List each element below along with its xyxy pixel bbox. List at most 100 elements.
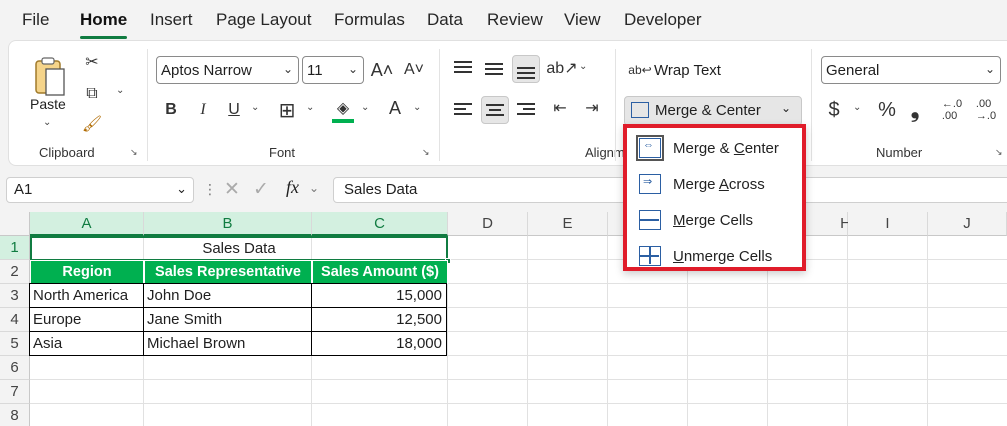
header-cell-region[interactable]: Region [30, 260, 144, 284]
merge-center-button[interactable]: Merge & Center ⌄ [624, 96, 802, 126]
tab-developer[interactable]: Developer [624, 10, 702, 30]
increase-indent-icon[interactable]: ⇥ [581, 97, 603, 119]
column-header-b[interactable]: B [144, 212, 312, 236]
currency-button[interactable]: $ [825, 97, 843, 123]
name-box[interactable]: A1 ⌄ [6, 177, 194, 203]
font-launcher-icon[interactable]: ↘ [422, 147, 433, 158]
merge-chevron-down-icon[interactable]: ⌄ [781, 101, 791, 115]
ribbon-tabs: File Home Insert Page Layout Formulas Da… [0, 0, 1007, 40]
decrease-indent-icon[interactable]: ⇤ [549, 97, 571, 119]
column-header-j[interactable]: J [928, 212, 1007, 236]
cut-icon[interactable]: ✂ [81, 51, 103, 73]
clipboard-launcher-icon[interactable]: ↘ [130, 147, 141, 158]
italic-button[interactable]: I [193, 97, 213, 123]
column-header-e[interactable]: E [528, 212, 608, 236]
menu-item-merge-center[interactable]: ⇔ Merge & Center [636, 134, 799, 162]
table-cell[interactable]: 18,000 [311, 331, 447, 356]
merge-center-icon [631, 102, 649, 118]
tab-formulas[interactable]: Formulas [334, 10, 405, 30]
top-align-icon[interactable] [454, 59, 472, 75]
column-header-a[interactable]: A [30, 212, 144, 236]
column-header-c[interactable]: C [312, 212, 448, 236]
underline-button[interactable]: U [224, 97, 244, 123]
tab-review[interactable]: Review [487, 10, 543, 30]
decrease-font-size-icon[interactable]: A˅ [401, 57, 427, 83]
row-header-4[interactable]: 4 [0, 308, 30, 332]
percent-button[interactable]: % [875, 97, 899, 123]
fill-color-icon[interactable]: ◈ [331, 95, 355, 121]
increase-font-size-icon[interactable]: A˄ [369, 57, 395, 83]
header-cell-representative[interactable]: Sales Representative [144, 260, 312, 284]
orientation-chevron-down-icon[interactable]: ⌄ [579, 61, 587, 72]
font-size-select[interactable]: 11 ⌄ [302, 56, 364, 84]
column-header-i[interactable]: I [848, 212, 928, 236]
tab-insert[interactable]: Insert [150, 10, 193, 30]
currency-chevron-down-icon[interactable]: ⌄ [853, 102, 861, 113]
font-size-value: 11 [307, 61, 323, 79]
align-center-button[interactable] [481, 96, 509, 124]
borders-chevron-down-icon[interactable]: ⌄ [306, 102, 314, 113]
menu-item-unmerge-cells[interactable]: Unmerge Cells [639, 242, 799, 270]
spreadsheet-grid: A B C D E F G H I J 1 2 3 4 5 6 7 8 Sale… [0, 212, 1007, 426]
font-color-chevron-down-icon[interactable]: ⌄ [413, 102, 421, 113]
table-cell[interactable]: 12,500 [311, 307, 447, 332]
table-cell[interactable]: Michael Brown [143, 331, 312, 356]
font-color-icon[interactable]: A [384, 95, 406, 121]
insert-function-icon[interactable]: fx [286, 177, 299, 198]
column-header-d[interactable]: D [448, 212, 528, 236]
number-format-select[interactable]: General ⌄ [821, 56, 1001, 84]
borders-icon[interactable]: ⊞ [275, 97, 299, 123]
font-name-select[interactable]: Aptos Narrow ⌄ [156, 56, 299, 84]
tab-view[interactable]: View [564, 10, 601, 30]
wrap-text-button[interactable]: Wrap Text [654, 62, 721, 79]
fill-color-chevron-down-icon[interactable]: ⌄ [361, 102, 369, 113]
bottom-align-button[interactable] [512, 55, 540, 83]
enter-icon[interactable]: ✓ [253, 178, 269, 201]
select-all-button[interactable] [0, 212, 30, 236]
tab-data[interactable]: Data [427, 10, 463, 30]
row-header-8[interactable]: 8 [0, 404, 30, 426]
table-cell[interactable]: John Doe [143, 283, 312, 308]
merged-title-cell[interactable]: Sales Data [30, 236, 448, 261]
decrease-decimal-icon[interactable]: .00 →.0 [971, 97, 1001, 123]
align-right-icon[interactable] [517, 101, 535, 117]
row-header-5[interactable]: 5 [0, 332, 30, 356]
table-cell[interactable]: Jane Smith [143, 307, 312, 332]
table-cell[interactable]: Europe [29, 307, 144, 332]
format-painter-icon[interactable]: 🖌 [81, 113, 103, 135]
cancel-icon[interactable]: ✕ [224, 178, 240, 201]
header-cell-amount[interactable]: Sales Amount ($) [312, 260, 448, 284]
paste-chevron-down-icon[interactable]: ⌄ [43, 117, 51, 128]
menu-item-merge-cells[interactable]: Merge Cells [639, 206, 799, 234]
chevron-down-icon[interactable]: ⌄ [309, 181, 319, 195]
menu-item-label: Merge Across [673, 175, 765, 193]
table-cell[interactable]: 15,000 [311, 283, 447, 308]
formula-bar: A1 ⌄ ⋮ ✕ ✓ fx ⌄ Sales Data [0, 173, 1007, 205]
table-cell[interactable]: Asia [29, 331, 144, 356]
middle-align-icon[interactable] [485, 61, 503, 77]
bold-button[interactable]: B [161, 97, 181, 123]
row-header-3[interactable]: 3 [0, 284, 30, 308]
orientation-icon[interactable]: ab↗ [546, 57, 577, 79]
row-header-6[interactable]: 6 [0, 356, 30, 380]
menu-item-merge-across[interactable]: ⇒ Merge Across [639, 170, 799, 198]
tab-page-layout[interactable]: Page Layout [216, 10, 311, 30]
number-launcher-icon[interactable]: ↘ [995, 147, 1006, 158]
table-cell[interactable]: North America [29, 283, 144, 308]
separator [147, 49, 148, 161]
chevron-down-icon[interactable]: ⌄ [176, 181, 187, 197]
comma-style-button[interactable]: ❟ [906, 97, 924, 123]
row-header-2[interactable]: 2 [0, 260, 30, 284]
row-header-1[interactable]: 1 [0, 236, 30, 260]
increase-decimal-icon[interactable]: ←.0.00 [937, 97, 967, 123]
chevron-down-icon: ⌄ [347, 62, 358, 76]
align-left-icon[interactable] [454, 101, 472, 117]
copy-icon[interactable]: ⧉ [81, 83, 103, 105]
copy-chevron-down-icon[interactable]: ⌄ [116, 85, 124, 96]
underline-chevron-down-icon[interactable]: ⌄ [251, 102, 259, 113]
tab-home[interactable]: Home [80, 10, 128, 39]
tab-file[interactable]: File [22, 10, 49, 30]
clipboard-group-label: Clipboard [39, 145, 95, 160]
more-options-icon[interactable]: ⋮ [203, 181, 217, 198]
row-header-7[interactable]: 7 [0, 380, 30, 404]
